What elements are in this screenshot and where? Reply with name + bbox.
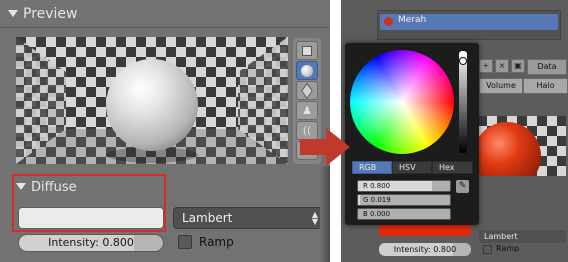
color-picker-popup: RGB HSV Hex R 0.800 G 0.019 B 0.000 ✎ [345, 43, 479, 225]
ramp-label-small: Ramp [496, 244, 520, 253]
diffuse-intensity-slider[interactable]: Intensity: 0.800 [18, 234, 164, 252]
cube-icon [301, 82, 313, 99]
red-field[interactable]: R 0.800 [357, 180, 451, 192]
panel-edge-shade [320, 166, 330, 262]
green-value: G 0.019 [363, 196, 391, 204]
diffuse-shader-value: Lambert [182, 211, 233, 225]
collapse-triangle-icon [8, 10, 18, 17]
updown-arrows-icon: ▲ ▼ [311, 210, 318, 226]
eyedropper-icon: ✎ [458, 181, 467, 191]
value-slider[interactable] [459, 51, 467, 153]
diffuse-panel-header[interactable]: Diffuse [16, 180, 77, 195]
flat-preview-button[interactable] [296, 41, 318, 60]
close-icon: × [498, 61, 506, 70]
sphere-icon [301, 64, 313, 77]
panel-divider [0, 27, 330, 28]
preview-panel-header[interactable]: Preview [8, 6, 78, 22]
remove-material-button[interactable]: × [495, 59, 509, 73]
transition-arrow-icon [300, 128, 350, 166]
monkey-preview-button[interactable]: ♟ [296, 101, 318, 120]
red-value: R 0.800 [363, 182, 391, 190]
tab-hex[interactable]: Hex [432, 161, 473, 174]
red-material-preview [477, 116, 566, 176]
checker-room-preview-red [477, 116, 566, 176]
monkey-icon: ♟ [302, 104, 312, 117]
save-icon: ▣ [514, 61, 522, 70]
ramp-checkbox[interactable] [178, 235, 192, 249]
value-slider-handle[interactable] [459, 57, 467, 65]
tab-volume[interactable]: Volume [479, 78, 523, 94]
green-field-fill [358, 195, 360, 205]
eyedropper-button[interactable]: ✎ [456, 180, 469, 193]
blue-value: B 0.000 [363, 210, 391, 218]
collapse-triangle-icon [16, 183, 26, 190]
material-panel-left: Preview ♟ ((Diffuse Lambert ▲ ▼ Intensi… [0, 0, 330, 262]
intensity-label: Intensity: 0.800 [48, 236, 134, 249]
checker-room-preview [16, 37, 288, 164]
material-sphere-icon [384, 17, 393, 26]
hue-saturation-wheel[interactable] [350, 50, 454, 154]
preview-title: Preview [23, 6, 78, 22]
blue-field[interactable]: B 0.000 [357, 208, 451, 220]
data-button[interactable]: Data [527, 59, 567, 75]
ramp-label: Ramp [199, 235, 234, 249]
material-slot-row[interactable]: Merah [380, 14, 558, 30]
sphere-preview-button[interactable] [296, 61, 318, 80]
cube-preview-button[interactable] [296, 81, 318, 100]
material-type-tabs: Volume Halo [479, 78, 568, 94]
add-material-button[interactable]: + [479, 59, 493, 73]
screenshot-canvas: Preview ♟ ((Diffuse Lambert ▲ ▼ Intensi… [0, 0, 568, 262]
diffuse-color-swatch[interactable] [18, 207, 164, 229]
diffuse-title: Diffuse [31, 180, 77, 195]
flat-square-icon [302, 45, 312, 56]
intensity-label-small: Intensity: 0.800 [393, 245, 457, 254]
tab-hsv[interactable]: HSV [392, 161, 432, 174]
tab-halo[interactable]: Halo [523, 78, 568, 94]
material-slot-name: Merah [398, 15, 427, 25]
material-tools: + × ▣ [479, 59, 525, 75]
color-mode-tabs: RGB HSV Hex [352, 161, 473, 174]
rgb-fields: R 0.800 G 0.019 B 0.000 [357, 180, 451, 220]
ramp-checkbox-small[interactable] [483, 245, 492, 254]
diffuse-shader-dropdown[interactable]: Lambert ▲ ▼ [173, 207, 325, 229]
diffuse-intensity-slider-small[interactable]: Intensity: 0.800 [379, 243, 471, 256]
fake-user-button[interactable]: ▣ [511, 59, 525, 73]
green-field[interactable]: G 0.019 [357, 194, 451, 206]
diffuse-shader-dropdown-small[interactable]: Lambert [479, 230, 566, 243]
tab-rgb[interactable]: RGB [352, 161, 392, 174]
material-slot-list: Merah [377, 10, 561, 40]
plus-icon: + [482, 61, 490, 70]
material-preview [16, 37, 288, 164]
